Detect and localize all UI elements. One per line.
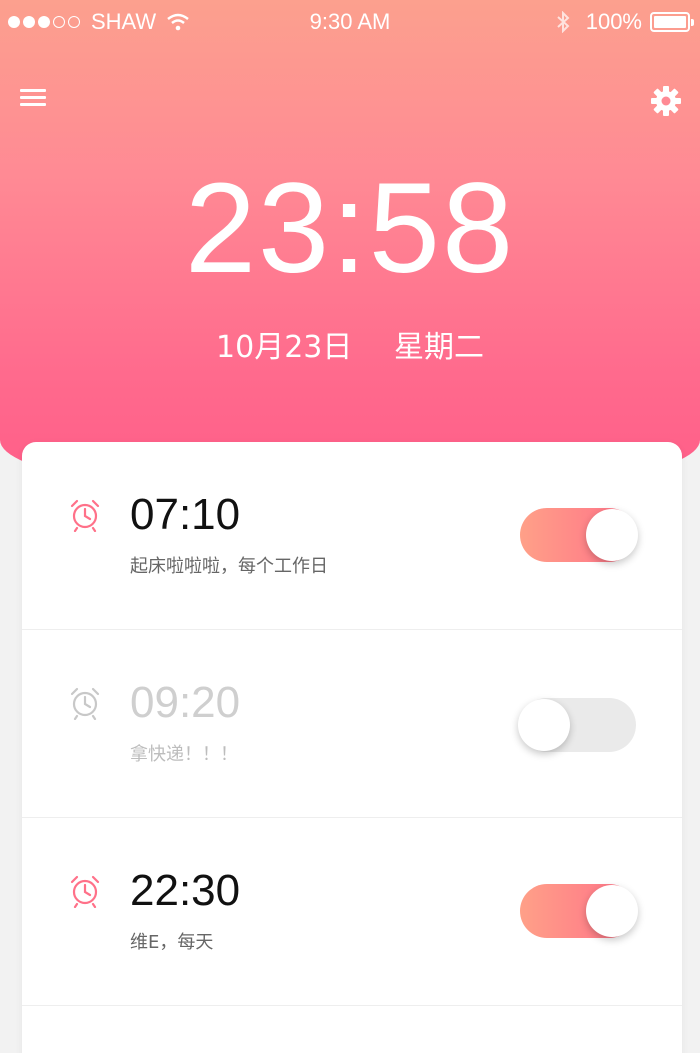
alarm-time: 22:30 bbox=[130, 866, 241, 915]
alarm-item[interactable]: 07:10 起床啦啦啦，每个工作日 bbox=[22, 442, 682, 630]
alarm-toggle[interactable] bbox=[520, 508, 638, 562]
settings-button[interactable] bbox=[650, 85, 682, 117]
status-bar: SHAW 9:30 AM 100% bbox=[0, 0, 700, 44]
alarm-clock-icon bbox=[70, 875, 100, 908]
status-right: 100% bbox=[556, 9, 694, 35]
alarm-time: 07:10 bbox=[130, 490, 241, 539]
alarm-toggle[interactable] bbox=[518, 698, 636, 752]
battery-percent: 100% bbox=[585, 9, 642, 34]
gear-icon bbox=[651, 86, 681, 116]
date-label: 10月23日 bbox=[216, 330, 353, 365]
hamburger-icon bbox=[20, 89, 46, 92]
alarm-time: 09:20 bbox=[130, 678, 241, 727]
bluetooth-icon bbox=[557, 11, 570, 33]
alarm-toggle[interactable] bbox=[520, 884, 638, 938]
alarm-item[interactable]: 22:30 维E，每天 bbox=[22, 818, 682, 1006]
alarm-note: 维E，每天 bbox=[130, 932, 214, 953]
alarm-clock-icon bbox=[70, 687, 100, 720]
alarm-note: 起床啦啦啦，每个工作日 bbox=[130, 556, 328, 577]
battery-icon bbox=[650, 12, 694, 32]
alarm-list: 07:10 起床啦啦啦，每个工作日 09:20 拿快递！！！ 22:30 维E，… bbox=[22, 442, 682, 1053]
current-date: 10月23日 星期二 bbox=[0, 322, 700, 366]
toggle-knob bbox=[586, 885, 638, 937]
alarm-item[interactable]: 09:20 拿快递！！！ bbox=[22, 630, 682, 818]
toggle-knob bbox=[586, 509, 638, 561]
menu-button[interactable] bbox=[20, 85, 50, 115]
alarm-clock-icon bbox=[70, 499, 100, 532]
alarm-note: 拿快递！！！ bbox=[130, 744, 238, 765]
toggle-knob bbox=[518, 699, 570, 751]
weekday-label: 星期二 bbox=[393, 330, 484, 365]
current-time: 23:58 bbox=[184, 157, 516, 300]
